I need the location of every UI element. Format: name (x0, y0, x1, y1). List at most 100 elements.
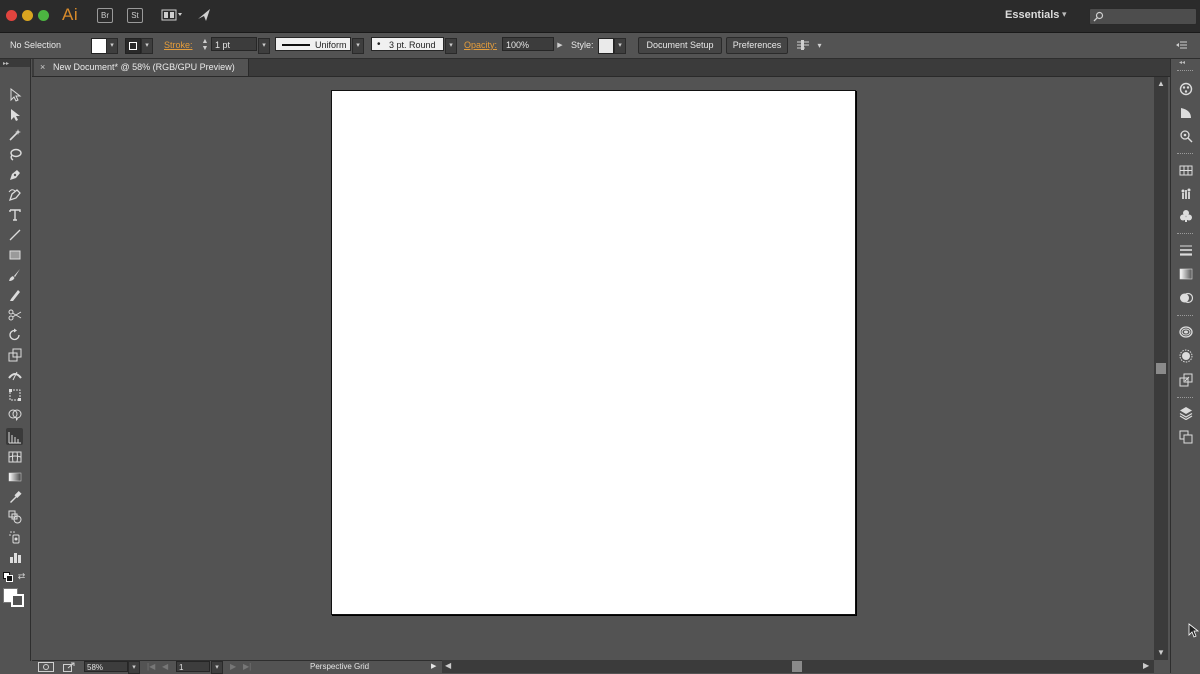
color-guide-icon[interactable] (1178, 81, 1194, 97)
graphic-style-swatch[interactable] (598, 38, 614, 54)
gpu-performance-icon[interactable] (195, 7, 213, 23)
scale-tool-icon[interactable] (6, 346, 23, 363)
style-dropdown[interactable]: ▾ (614, 38, 626, 54)
close-tab-icon[interactable]: × (40, 62, 45, 72)
vertical-scroll-thumb[interactable] (1156, 363, 1166, 374)
previous-artboard-icon[interactable]: ◀ (162, 662, 168, 671)
scroll-down-arrow[interactable]: ▼ (1157, 648, 1165, 657)
transparency-icon[interactable] (1178, 290, 1194, 306)
opacity-slider-arrow[interactable]: ▶ (555, 38, 565, 52)
window-maximize-button[interactable] (38, 10, 49, 21)
opacity-field[interactable]: 100% (502, 37, 554, 51)
scroll-left-arrow[interactable]: ◀ (445, 661, 451, 670)
stroke-panel-icon[interactable] (1178, 242, 1194, 258)
lasso-tool-icon[interactable] (6, 146, 23, 163)
window-minimize-button[interactable] (22, 10, 33, 21)
mesh-tool-icon[interactable] (6, 448, 23, 465)
artboard-dropdown[interactable]: ▾ (211, 661, 223, 674)
first-artboard-icon[interactable]: |◀ (147, 662, 155, 671)
fill-swatch[interactable] (91, 38, 107, 54)
artboards-icon[interactable] (1178, 429, 1194, 445)
blend-tool-icon[interactable] (6, 508, 23, 525)
free-transform-tool-icon[interactable] (6, 386, 23, 403)
rotate-tool-icon[interactable] (6, 326, 23, 343)
default-fill-stroke-icon[interactable] (2, 571, 13, 582)
stroke-swatch[interactable] (125, 38, 141, 54)
artboard[interactable] (331, 90, 856, 615)
graphic-styles-icon[interactable] (1178, 348, 1194, 364)
dock-group-grip[interactable] (1177, 70, 1193, 73)
eyedropper-tool-icon[interactable] (6, 488, 23, 505)
status-tool-info[interactable]: Perspective Grid (310, 662, 369, 671)
pen-tool-icon[interactable] (6, 166, 23, 183)
asset-export-icon[interactable] (1178, 372, 1194, 388)
curvature-tool-icon[interactable] (6, 186, 23, 203)
column-graph-tool-icon[interactable] (6, 548, 23, 565)
stock-button[interactable]: St (127, 8, 143, 23)
appearance-icon[interactable] (1178, 324, 1194, 340)
stroke-dropdown[interactable]: ▾ (141, 38, 153, 54)
shape-builder-tool-icon[interactable] (6, 406, 23, 423)
artboard-number-field[interactable]: 1 (176, 661, 210, 672)
dock-group-grip[interactable] (1177, 397, 1193, 400)
tools-panel-header[interactable]: ▸▸ (0, 59, 30, 67)
scroll-up-arrow[interactable]: ▲ (1157, 79, 1165, 88)
stroke-color-box[interactable] (11, 594, 24, 607)
chevron-down-icon[interactable]: ▾ (1062, 9, 1067, 20)
rectangle-tool-icon[interactable] (6, 246, 23, 263)
opacity-panel-link[interactable]: Opacity: (464, 40, 497, 50)
document-setup-button[interactable]: Document Setup (638, 37, 722, 54)
stroke-panel-link[interactable]: Stroke: (164, 40, 193, 50)
zoom-dropdown[interactable]: ▾ (128, 661, 140, 674)
workspace-switcher[interactable]: Essentials (1005, 9, 1059, 21)
brush-definition[interactable]: • 3 pt. Round (371, 37, 444, 51)
chevron-down-icon[interactable]: ▾ (815, 38, 824, 52)
magic-wand-tool-icon[interactable] (6, 126, 23, 143)
direct-selection-tool-icon[interactable] (6, 106, 23, 123)
stroke-weight-field[interactable]: 1 pt (211, 37, 257, 51)
next-artboard-icon[interactable]: ▶ (230, 662, 236, 671)
arrange-documents-icon[interactable] (160, 8, 184, 22)
dock-group-grip[interactable] (1177, 153, 1193, 156)
stroke-weight-dropdown[interactable]: ▾ (258, 38, 270, 54)
dock-group-grip[interactable] (1177, 233, 1193, 236)
swap-fill-stroke-icon[interactable]: ⇄ (16, 571, 27, 582)
zoom-field[interactable]: 58% (84, 661, 128, 672)
share-icon[interactable] (62, 661, 76, 672)
fill-dropdown[interactable]: ▾ (106, 38, 118, 54)
last-artboard-icon[interactable]: ▶| (243, 662, 251, 671)
align-options-icon[interactable] (796, 38, 810, 52)
horizontal-scroll-thumb[interactable] (792, 661, 802, 672)
color-panel-icon[interactable] (1178, 105, 1194, 121)
type-tool-icon[interactable] (6, 206, 23, 223)
window-close-button[interactable] (6, 10, 17, 21)
zoom-icon[interactable] (38, 661, 54, 672)
bridge-button[interactable]: Br (97, 8, 113, 23)
stroke-stepper[interactable]: ▲ ▼ (200, 37, 210, 53)
profile-dropdown[interactable]: ▾ (352, 38, 364, 54)
document-tab[interactable]: × New Document* @ 58% (RGB/GPU Preview) (34, 59, 249, 76)
scroll-right-arrow[interactable]: ▶ (1143, 661, 1149, 670)
collapse-dock-icon[interactable]: ◂◂ (1179, 59, 1185, 66)
dock-group-grip[interactable] (1177, 315, 1193, 318)
pencil-tool-icon[interactable] (6, 286, 23, 303)
brushes-icon[interactable] (1178, 185, 1194, 201)
perspective-grid-tool-icon[interactable] (6, 428, 23, 445)
gradient-tool-icon[interactable] (6, 468, 23, 485)
paintbrush-tool-icon[interactable] (6, 266, 23, 283)
swatches-icon[interactable] (1178, 162, 1194, 178)
layers-icon[interactable] (1178, 405, 1194, 421)
line-segment-tool-icon[interactable] (6, 226, 23, 243)
symbols-icon[interactable] (1178, 208, 1194, 224)
panel-menu-icon[interactable] (1174, 38, 1190, 52)
libraries-icon[interactable] (1178, 128, 1194, 144)
brush-dropdown[interactable]: ▾ (445, 38, 457, 54)
symbol-sprayer-tool-icon[interactable] (6, 528, 23, 545)
gradient-panel-icon[interactable] (1178, 266, 1194, 282)
search-input[interactable] (1089, 8, 1197, 25)
status-menu-arrow[interactable]: ▶ (431, 662, 436, 670)
variable-width-profile[interactable]: Uniform (275, 37, 351, 51)
preferences-button[interactable]: Preferences (726, 37, 788, 54)
selection-tool-icon[interactable] (6, 86, 23, 103)
width-tool-icon[interactable] (6, 366, 23, 383)
